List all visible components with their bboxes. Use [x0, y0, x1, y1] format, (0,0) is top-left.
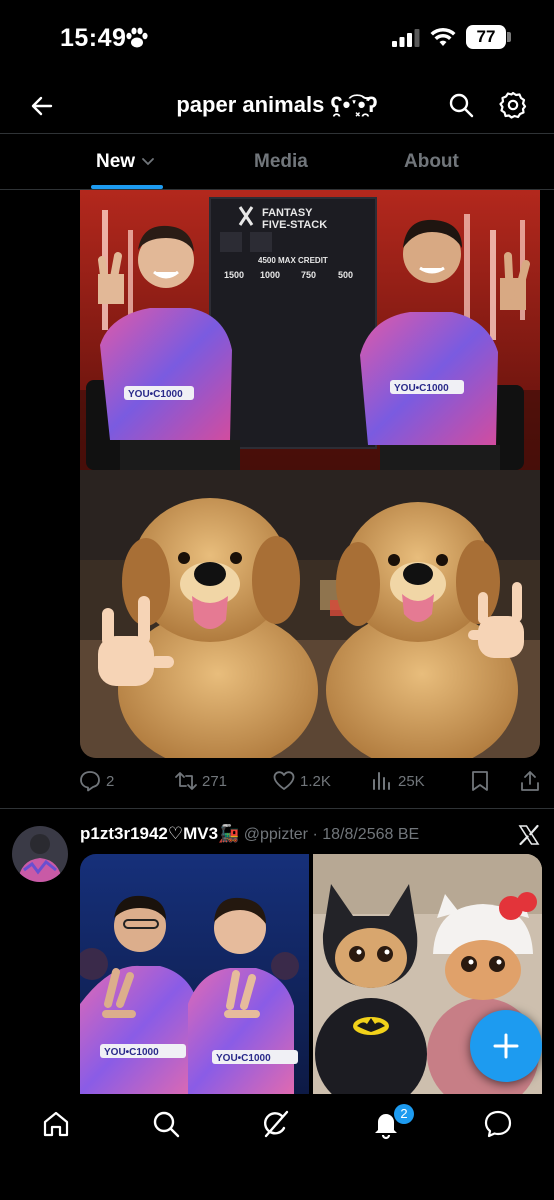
board-credit: 4500 MAX CREDIT — [258, 256, 328, 265]
post-date: · 18/8/2568 BE — [312, 826, 420, 843]
x-logo-icon — [518, 824, 540, 846]
active-tab-indicator — [91, 185, 163, 189]
p2-jersey-text-left: YOU•C1000 — [104, 1047, 159, 1058]
board-price-4: 500 — [338, 270, 353, 280]
jersey-text-left: YOU•C1000 — [128, 389, 183, 400]
bottom-nav: 2 — [0, 1094, 554, 1200]
bookmark-icon — [472, 771, 488, 791]
repost-count: 271 — [202, 773, 228, 790]
chevron-down-icon — [142, 158, 154, 166]
post-image-puppies[interactable] — [80, 470, 540, 758]
heart-icon — [273, 771, 295, 790]
reply-icon — [80, 771, 100, 792]
gear-icon[interactable] — [498, 90, 528, 120]
paw-icon — [126, 27, 148, 48]
status-bar: 15:49 77 — [0, 0, 554, 76]
reply-count: 2 — [106, 773, 115, 790]
tab-media[interactable]: Media — [254, 151, 308, 173]
profile-header: paper animals ʕ̯•͡ˑ͓•̯᷅ʔ — [0, 76, 554, 134]
board-price-2: 1000 — [260, 270, 280, 280]
post-image-players[interactable]: FANTASY FIVE-STACK 4500 MAX CREDIT 1500 … — [80, 190, 540, 470]
board-title-2: FIVE-STACK — [262, 219, 327, 231]
tab-new-label: New — [96, 151, 136, 172]
board-price-1: 1500 — [224, 270, 244, 280]
jersey-text-right: YOU•C1000 — [394, 383, 449, 394]
battery-icon: 77 — [466, 25, 506, 49]
compose-post-button[interactable] — [470, 1010, 542, 1082]
grok-icon[interactable] — [260, 1108, 292, 1140]
signal-icon — [392, 29, 420, 47]
like-count: 1.2K — [300, 773, 331, 790]
author-name[interactable]: p1zt3r1942♡MV3🚂 — [80, 824, 239, 843]
home-icon[interactable] — [40, 1108, 72, 1140]
author-handle[interactable]: @ppizter — [244, 826, 308, 843]
post-action-bar: 2 271 1.2K 25K — [78, 764, 544, 798]
profile-tabs: New Media About — [0, 134, 554, 190]
board-title-1: FANTASY — [262, 207, 313, 219]
screen: 15:49 77 paper animals ʕ̯•͡ˑ͓•̯᷅ʔ New Me… — [0, 0, 554, 1200]
post-divider — [0, 808, 554, 809]
avatar[interactable] — [12, 826, 68, 882]
views-icon — [373, 772, 390, 790]
search-icon[interactable] — [150, 1108, 182, 1140]
repost-icon — [175, 772, 197, 790]
plus-icon — [493, 1033, 519, 1059]
post-author-line: p1zt3r1942♡MV3🚂 @ppizter · 18/8/2568 BE — [80, 824, 500, 848]
wifi-icon — [430, 27, 456, 46]
board-price-3: 750 — [301, 270, 316, 280]
status-time: 15:49 — [60, 24, 127, 52]
share-icon — [521, 771, 539, 791]
messages-icon[interactable] — [482, 1108, 514, 1140]
views-count: 25K — [398, 773, 425, 790]
p2-jersey-text-right: YOU•C1000 — [216, 1053, 271, 1064]
notification-badge: 2 — [394, 1104, 414, 1124]
search-icon[interactable] — [446, 90, 476, 120]
post2-image-players[interactable]: YOU•C1000 YOU•C1000 — [80, 854, 309, 1094]
battery-cap — [507, 32, 511, 42]
tab-about[interactable]: About — [404, 151, 459, 173]
tab-new[interactable]: New — [96, 151, 155, 173]
post-media-grid[interactable]: FANTASY FIVE-STACK 4500 MAX CREDIT 1500 … — [80, 190, 540, 758]
